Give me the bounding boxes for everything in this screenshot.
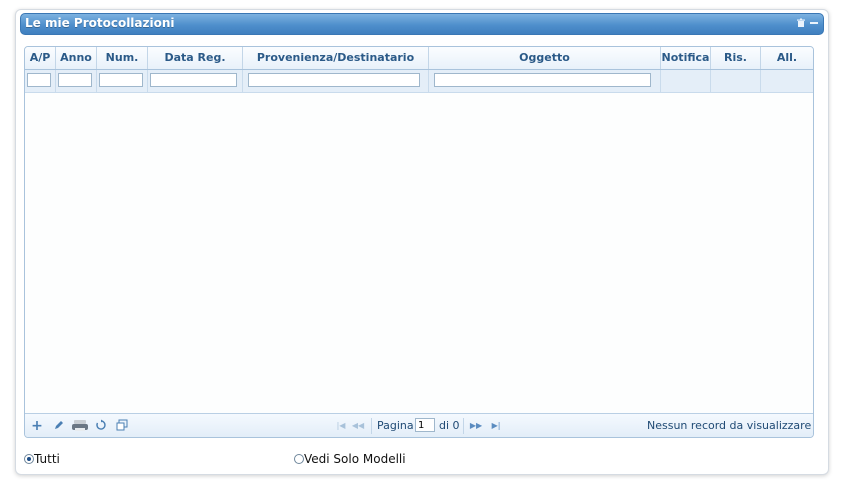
column-header-notifica[interactable]: Notifica [661,47,711,69]
filter-oggetto-input[interactable] [434,73,651,87]
page-label: Pagina [377,419,414,432]
portlet-title: Le mie Protocollazioni [25,16,175,30]
print-icon[interactable] [71,419,89,433]
filter-cell-all [761,70,813,92]
prev-page-icon[interactable]: ◀◀ [351,419,365,433]
trash-icon[interactable] [795,18,806,29]
radio-vedi-solo-modelli-button[interactable] [294,454,304,464]
filter-cell-ris [711,70,761,92]
pager-separator [463,418,464,434]
filter-cell-num [97,70,148,92]
protocol-grid: A/P Anno Num. Data Reg. Provenienza/Dest… [24,46,814,438]
next-page-icon[interactable]: ▶▶ [469,419,483,433]
filter-row [25,70,813,93]
first-page-icon[interactable]: |◀ [334,419,348,433]
record-status: Nessun record da visualizzare [647,419,812,432]
columns-icon[interactable] [115,419,129,433]
page-number-input[interactable] [415,418,435,432]
column-header-provenienza[interactable]: Provenienza/Destinatario [243,47,429,69]
radio-vedi-solo-modelli[interactable]: Vedi Solo Modelli [294,452,406,466]
portlet-header: Le mie Protocollazioni [20,13,824,35]
column-header-ap[interactable]: A/P [25,47,56,69]
column-header-oggetto[interactable]: Oggetto [429,47,661,69]
column-header-all[interactable]: All. [761,47,813,69]
column-header-num[interactable]: Num. [97,47,148,69]
column-header-ris[interactable]: Ris. [711,47,761,69]
protocollazioni-portlet: Le mie Protocollazioni A/P Anno Num. Dat… [15,9,829,475]
filter-anno-input[interactable] [58,73,92,87]
radio-tutti-label: Tutti [34,452,60,466]
filter-num-input[interactable] [99,73,143,87]
filter-data-reg-input[interactable] [150,73,237,87]
last-page-icon[interactable]: ▶| [489,419,503,433]
edit-icon[interactable] [52,419,66,433]
add-icon[interactable]: + [30,419,44,433]
refresh-icon[interactable] [94,419,108,433]
filter-ap-input[interactable] [27,73,51,87]
filter-cell-notifica [661,70,711,92]
radio-tutti-button[interactable] [24,454,34,464]
radio-tutti[interactable]: Tutti [24,452,60,466]
filter-cell-anno [56,70,97,92]
filter-cell-ap [25,70,56,92]
filter-provenienza-input[interactable] [248,73,420,87]
column-header-anno[interactable]: Anno [56,47,97,69]
filter-cell-data-reg [148,70,243,92]
grid-pager: + |◀ ◀◀ Pagina di 0 ▶▶ ▶| Nessun record … [25,413,813,437]
radio-vedi-solo-modelli-label: Vedi Solo Modelli [304,452,406,466]
grid-header: A/P Anno Num. Data Reg. Provenienza/Dest… [25,47,813,70]
filter-cell-provenienza [243,70,429,92]
filter-cell-oggetto [429,70,661,92]
column-header-data-reg[interactable]: Data Reg. [148,47,243,69]
page-total-label: di 0 [439,419,460,432]
pager-separator [371,418,372,434]
minimize-icon[interactable] [808,18,819,29]
